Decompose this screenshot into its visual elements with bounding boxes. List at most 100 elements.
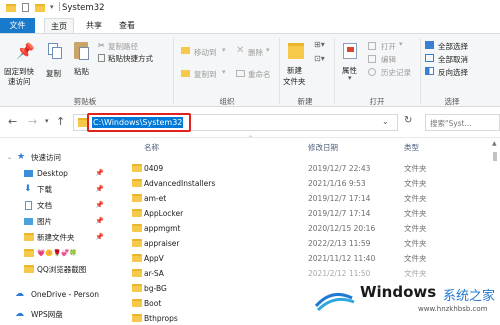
- back-arrow-icon[interactable]: ←: [8, 115, 17, 128]
- folder-icon: [24, 249, 34, 257]
- open-group-label: 打开: [369, 97, 385, 106]
- watermark-brand: Windows: [360, 283, 437, 301]
- nav-item-emoji-folder[interactable]: 💗🌼🌹💞🍀: [0, 247, 112, 260]
- nav-wps-label: WPS网盘: [31, 310, 63, 319]
- properties-dropdown-icon[interactable]: ▾: [348, 74, 352, 82]
- nav-item-qq-screenshots[interactable]: QQ浏览器截图: [0, 263, 112, 276]
- file-type: 文件夹: [404, 224, 427, 233]
- refresh-icon[interactable]: ↻: [404, 115, 412, 126]
- nav-item-new-folder[interactable]: 新建文件夹 📌: [0, 231, 112, 244]
- properties-button[interactable]: 属性 ▾: [339, 38, 363, 92]
- new-folder-label-1: 新建: [287, 66, 302, 75]
- column-header-name[interactable]: 名称: [144, 142, 159, 153]
- column-header-type[interactable]: 类型: [404, 142, 419, 153]
- table-row[interactable]: AppLocker 2019/12/7 17:14 文件夹: [128, 207, 483, 220]
- chevron-down-icon[interactable]: ⌄: [7, 151, 12, 164]
- collapse-up-icon[interactable]: ⌃: [248, 135, 253, 142]
- nav-item-documents[interactable]: 文档 📌: [0, 199, 112, 212]
- copy-path-button[interactable]: 复制路径: [108, 41, 138, 52]
- paste-button[interactable]: 粘贴: [70, 38, 96, 90]
- file-date: 2019/12/7 22:43: [308, 164, 371, 173]
- nav-wps[interactable]: ☁ WPS网盘: [0, 308, 112, 321]
- address-path-text[interactable]: C:\Windows\System32: [92, 117, 184, 128]
- table-row[interactable]: appraiser 2022/2/13 11:59 文件夹: [128, 237, 483, 250]
- toolbar-dropdown-icon[interactable]: ▾: [50, 3, 54, 11]
- nav-item-desktop[interactable]: Desktop 📌: [0, 167, 112, 180]
- address-dropdown-icon[interactable]: ⌄: [382, 117, 389, 126]
- search-input[interactable]: 搜索"Syst...: [425, 114, 500, 131]
- new-folder-button[interactable]: 新建 文件夹: [283, 38, 311, 92]
- rename-icon: [236, 70, 245, 77]
- pin-quick-access-button[interactable]: 📌 固定到快 速访问: [4, 38, 40, 90]
- file-name: Bthprops: [144, 314, 178, 323]
- new-item-icon[interactable]: ⊞▾: [314, 40, 325, 49]
- open-dropdown-icon[interactable]: ▾: [399, 40, 403, 48]
- move-to-dropdown-icon[interactable]: ▾: [222, 46, 226, 54]
- select-none-button[interactable]: 全部取消: [438, 54, 468, 65]
- file-type: 文件夹: [404, 209, 427, 218]
- delete-button[interactable]: 删除: [248, 47, 263, 58]
- file-date: 2019/12/7 17:14: [308, 209, 371, 218]
- title-separator: |: [58, 2, 62, 12]
- paste-shortcut-button[interactable]: 粘贴快捷方式: [108, 53, 153, 64]
- easy-access-icon[interactable]: ⊡▾: [314, 54, 325, 63]
- table-row[interactable]: AdvancedInstallers 2021/1/16 9:53 文件夹: [128, 177, 483, 190]
- new-folder-icon: [288, 43, 304, 59]
- rename-button[interactable]: 重命名: [248, 69, 271, 80]
- history-icon: [368, 68, 376, 76]
- ribbon-tabs: 文件 主页 共享 查看: [0, 18, 500, 33]
- nav-quick-access[interactable]: ⌄ ★ 快速访问: [0, 151, 112, 164]
- pin-icon: 📌: [95, 201, 104, 209]
- folder-icon: [132, 164, 142, 172]
- column-header-modified[interactable]: 修改日期: [308, 142, 338, 153]
- copy-to-icon: [181, 70, 190, 77]
- pin-label-2: 速访问: [8, 77, 31, 86]
- nav-onedrive-label: OneDrive - Person: [31, 290, 99, 299]
- tab-view[interactable]: 查看: [113, 18, 141, 33]
- table-row[interactable]: AppV 2021/11/12 11:40 文件夹: [128, 252, 483, 265]
- edit-button[interactable]: 编辑: [381, 54, 396, 65]
- quick-access-toolbar-folder-icon[interactable]: [6, 4, 16, 12]
- title-bar: ▾ | System32: [0, 0, 500, 18]
- recent-locations-icon[interactable]: ▾: [45, 117, 49, 125]
- scroll-up-icon[interactable]: ▲: [492, 140, 497, 147]
- history-button[interactable]: 历史记录: [381, 67, 411, 78]
- file-name: bg-BG: [144, 284, 167, 293]
- table-row[interactable]: am-et 2019/12/7 17:14 文件夹: [128, 192, 483, 205]
- copy-to-button[interactable]: 复制到: [194, 69, 217, 80]
- up-arrow-icon[interactable]: ↑: [56, 115, 65, 128]
- table-row[interactable]: appmgmt 2020/12/15 20:16 文件夹: [128, 222, 483, 235]
- table-row[interactable]: 0409 2019/12/7 22:43 文件夹: [128, 162, 483, 175]
- ribbon-separator: [334, 38, 335, 104]
- quick-access-toolbar-newfolder-icon[interactable]: [35, 4, 45, 12]
- nav-onedrive[interactable]: ☁ OneDrive - Person: [0, 288, 112, 301]
- window-title: System32: [62, 3, 105, 13]
- folder-icon: [132, 269, 142, 277]
- pin-icon: 📌: [95, 217, 104, 225]
- nav-new-folder-label: 新建文件夹: [37, 233, 75, 242]
- folder-icon: [132, 254, 142, 262]
- file-name: AppV: [144, 254, 164, 263]
- nav-item-downloads[interactable]: ⬇ 下载 📌: [0, 183, 112, 196]
- copy-to-dropdown-icon[interactable]: ▾: [222, 68, 226, 76]
- cut-icon[interactable]: ✂: [98, 41, 105, 50]
- copy-label: 复制: [46, 69, 61, 78]
- copy-button[interactable]: 复制: [44, 38, 68, 90]
- scroll-thumb[interactable]: [493, 152, 497, 161]
- delete-dropdown-icon[interactable]: ▾: [266, 46, 270, 54]
- tab-home[interactable]: 主页: [44, 18, 74, 33]
- tab-share[interactable]: 共享: [80, 18, 108, 33]
- move-to-button[interactable]: 移动到: [194, 47, 217, 58]
- pin-icon: 📌: [95, 185, 104, 193]
- forward-arrow-icon[interactable]: →: [28, 115, 37, 128]
- invert-selection-button[interactable]: 反向选择: [438, 67, 468, 78]
- tab-file[interactable]: 文件: [0, 18, 35, 33]
- open-button[interactable]: 打开: [381, 41, 396, 52]
- file-name: AdvancedInstallers: [144, 179, 216, 188]
- nav-item-pictures[interactable]: 图片 📌: [0, 215, 112, 228]
- file-type: 文件夹: [404, 179, 427, 188]
- download-icon: ⬇: [24, 184, 32, 194]
- ribbon-separator: [173, 38, 174, 104]
- select-all-button[interactable]: 全部选择: [438, 41, 468, 52]
- quick-access-toolbar-properties-icon[interactable]: [22, 3, 29, 12]
